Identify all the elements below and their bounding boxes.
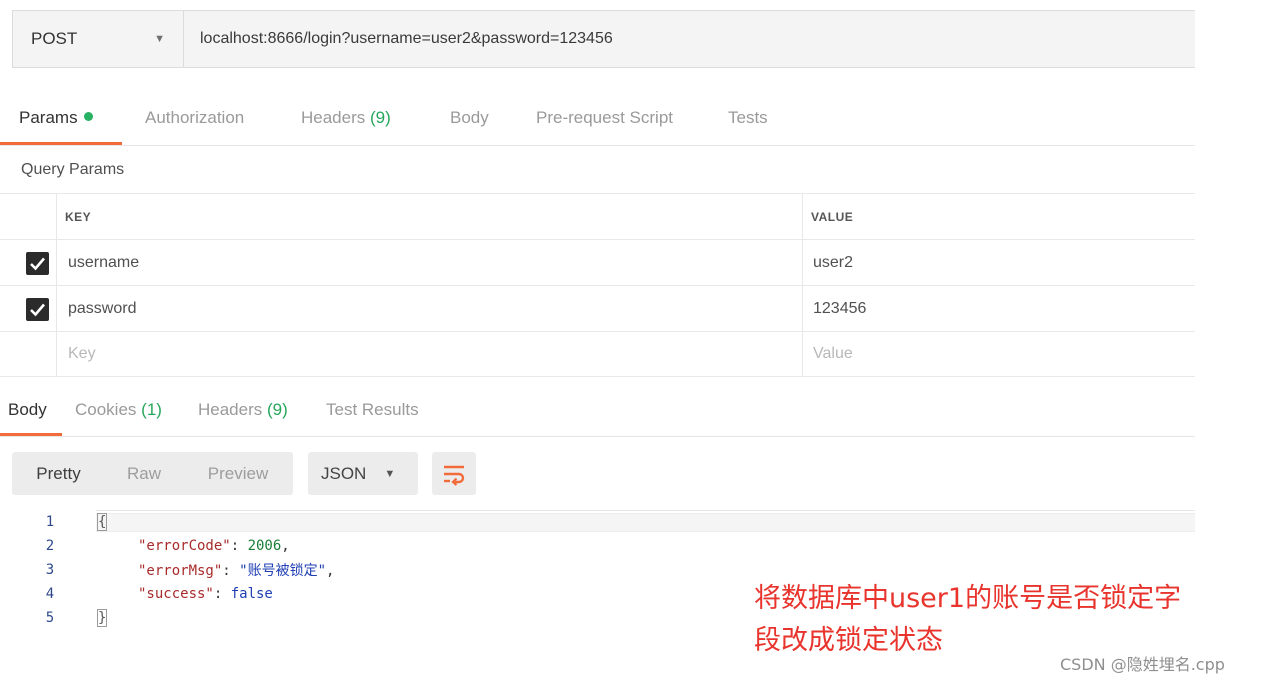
json-value: "账号被锁定" (239, 563, 327, 579)
tab-response-headers-count: (9) (267, 400, 288, 419)
checkmark-icon (30, 257, 45, 271)
view-raw-button[interactable]: Raw (105, 452, 183, 495)
language-select[interactable]: JSON ▼ (308, 452, 418, 495)
tab-pre-request-script-label: Pre-request Script (536, 108, 673, 127)
tab-tests[interactable]: Tests (728, 108, 768, 128)
json-value: 2006 (247, 538, 282, 554)
tab-headers-count: (9) (370, 108, 391, 127)
view-mode-group: Pretty Raw Preview (12, 452, 293, 495)
tab-response-body-label: Body (8, 400, 47, 419)
tab-authorization[interactable]: Authorization (145, 108, 244, 128)
chevron-down-icon: ▼ (154, 33, 165, 45)
tab-body[interactable]: Body (450, 108, 489, 128)
param-value-input[interactable]: 123456 (803, 286, 1195, 331)
param-checkbox-username[interactable] (26, 252, 49, 275)
wrap-icon (444, 465, 465, 486)
code-line: 1 { (0, 510, 1195, 534)
query-params-table: KEY VALUE username user2 password 123456 (0, 193, 1195, 377)
active-tab-indicator (0, 142, 122, 145)
table-row: username user2 (0, 239, 1195, 285)
param-key-input[interactable]: username (57, 240, 803, 285)
tab-params-label: Params (19, 108, 78, 127)
tab-response-body[interactable]: Body (8, 400, 47, 420)
param-key-input[interactable]: password (57, 286, 803, 331)
table-row-new: Key Value (0, 331, 1195, 377)
params-active-dot-icon (83, 112, 93, 121)
tab-test-results-label: Test Results (326, 400, 419, 419)
tab-response-headers[interactable]: Headers (9) (198, 400, 288, 420)
line-number: 1 (45, 514, 55, 530)
code-line: 2 "errorCode": 2006, (0, 534, 1195, 558)
json-key: "errorMsg" (138, 563, 223, 579)
json-key: "errorCode" (138, 538, 231, 554)
query-params-title: Query Params (21, 161, 125, 178)
json-close-brace: } (96, 609, 108, 627)
tab-tests-label: Tests (728, 108, 768, 127)
active-response-tab-indicator (0, 433, 62, 436)
column-header-key: KEY (57, 194, 803, 239)
tab-response-headers-label: Headers (198, 400, 263, 419)
new-param-value-input[interactable]: Value (803, 332, 1195, 376)
tab-headers[interactable]: Headers (9) (301, 108, 391, 128)
line-number: 5 (45, 610, 55, 626)
param-checkbox-password[interactable] (26, 298, 49, 321)
language-label: JSON (321, 463, 367, 483)
tab-params[interactable]: Params (19, 108, 93, 128)
tab-test-results[interactable]: Test Results (326, 400, 419, 420)
method-select[interactable]: POST ▼ (13, 11, 184, 67)
watermark: CSDN @隐姓埋名.cpp (1060, 655, 1225, 674)
json-open-brace: { (96, 513, 108, 531)
url-bar: POST ▼ localhost:8666/login?username=use… (12, 10, 1195, 68)
url-input[interactable]: localhost:8666/login?username=user2&pass… (184, 11, 1195, 67)
checkmark-icon (30, 303, 45, 317)
tab-cookies-count: (1) (141, 400, 162, 419)
tab-pre-request-script[interactable]: Pre-request Script (536, 108, 673, 128)
column-header-value: VALUE (811, 209, 854, 224)
view-preview-button[interactable]: Preview (183, 452, 293, 495)
json-value: false (230, 586, 273, 602)
view-pretty-button[interactable]: Pretty (12, 452, 105, 495)
table-header: KEY VALUE (0, 193, 1195, 239)
param-value-input[interactable]: user2 (803, 240, 1195, 285)
request-tabs: Params Authorization Headers (9) Body Pr… (0, 94, 1195, 146)
line-number: 2 (45, 538, 55, 554)
response-tabs: Body Cookies (1) Headers (9) Test Result… (0, 392, 1195, 437)
wrap-lines-button[interactable] (432, 452, 476, 495)
tab-cookies-label: Cookies (75, 400, 137, 419)
tab-cookies[interactable]: Cookies (1) (75, 400, 162, 420)
chevron-down-icon: ▼ (384, 467, 396, 480)
table-row: password 123456 (0, 285, 1195, 331)
tab-authorization-label: Authorization (145, 108, 245, 127)
line-number: 3 (45, 562, 55, 578)
tab-headers-label: Headers (301, 108, 366, 127)
json-key: "success" (138, 586, 214, 602)
method-label: POST (31, 29, 78, 48)
line-number: 4 (45, 586, 55, 602)
annotation-note: 将数据库中user1的账号是否锁定字段改成锁定状态 (754, 583, 1182, 656)
new-param-key-input[interactable]: Key (57, 332, 803, 376)
tab-body-label: Body (450, 108, 489, 127)
